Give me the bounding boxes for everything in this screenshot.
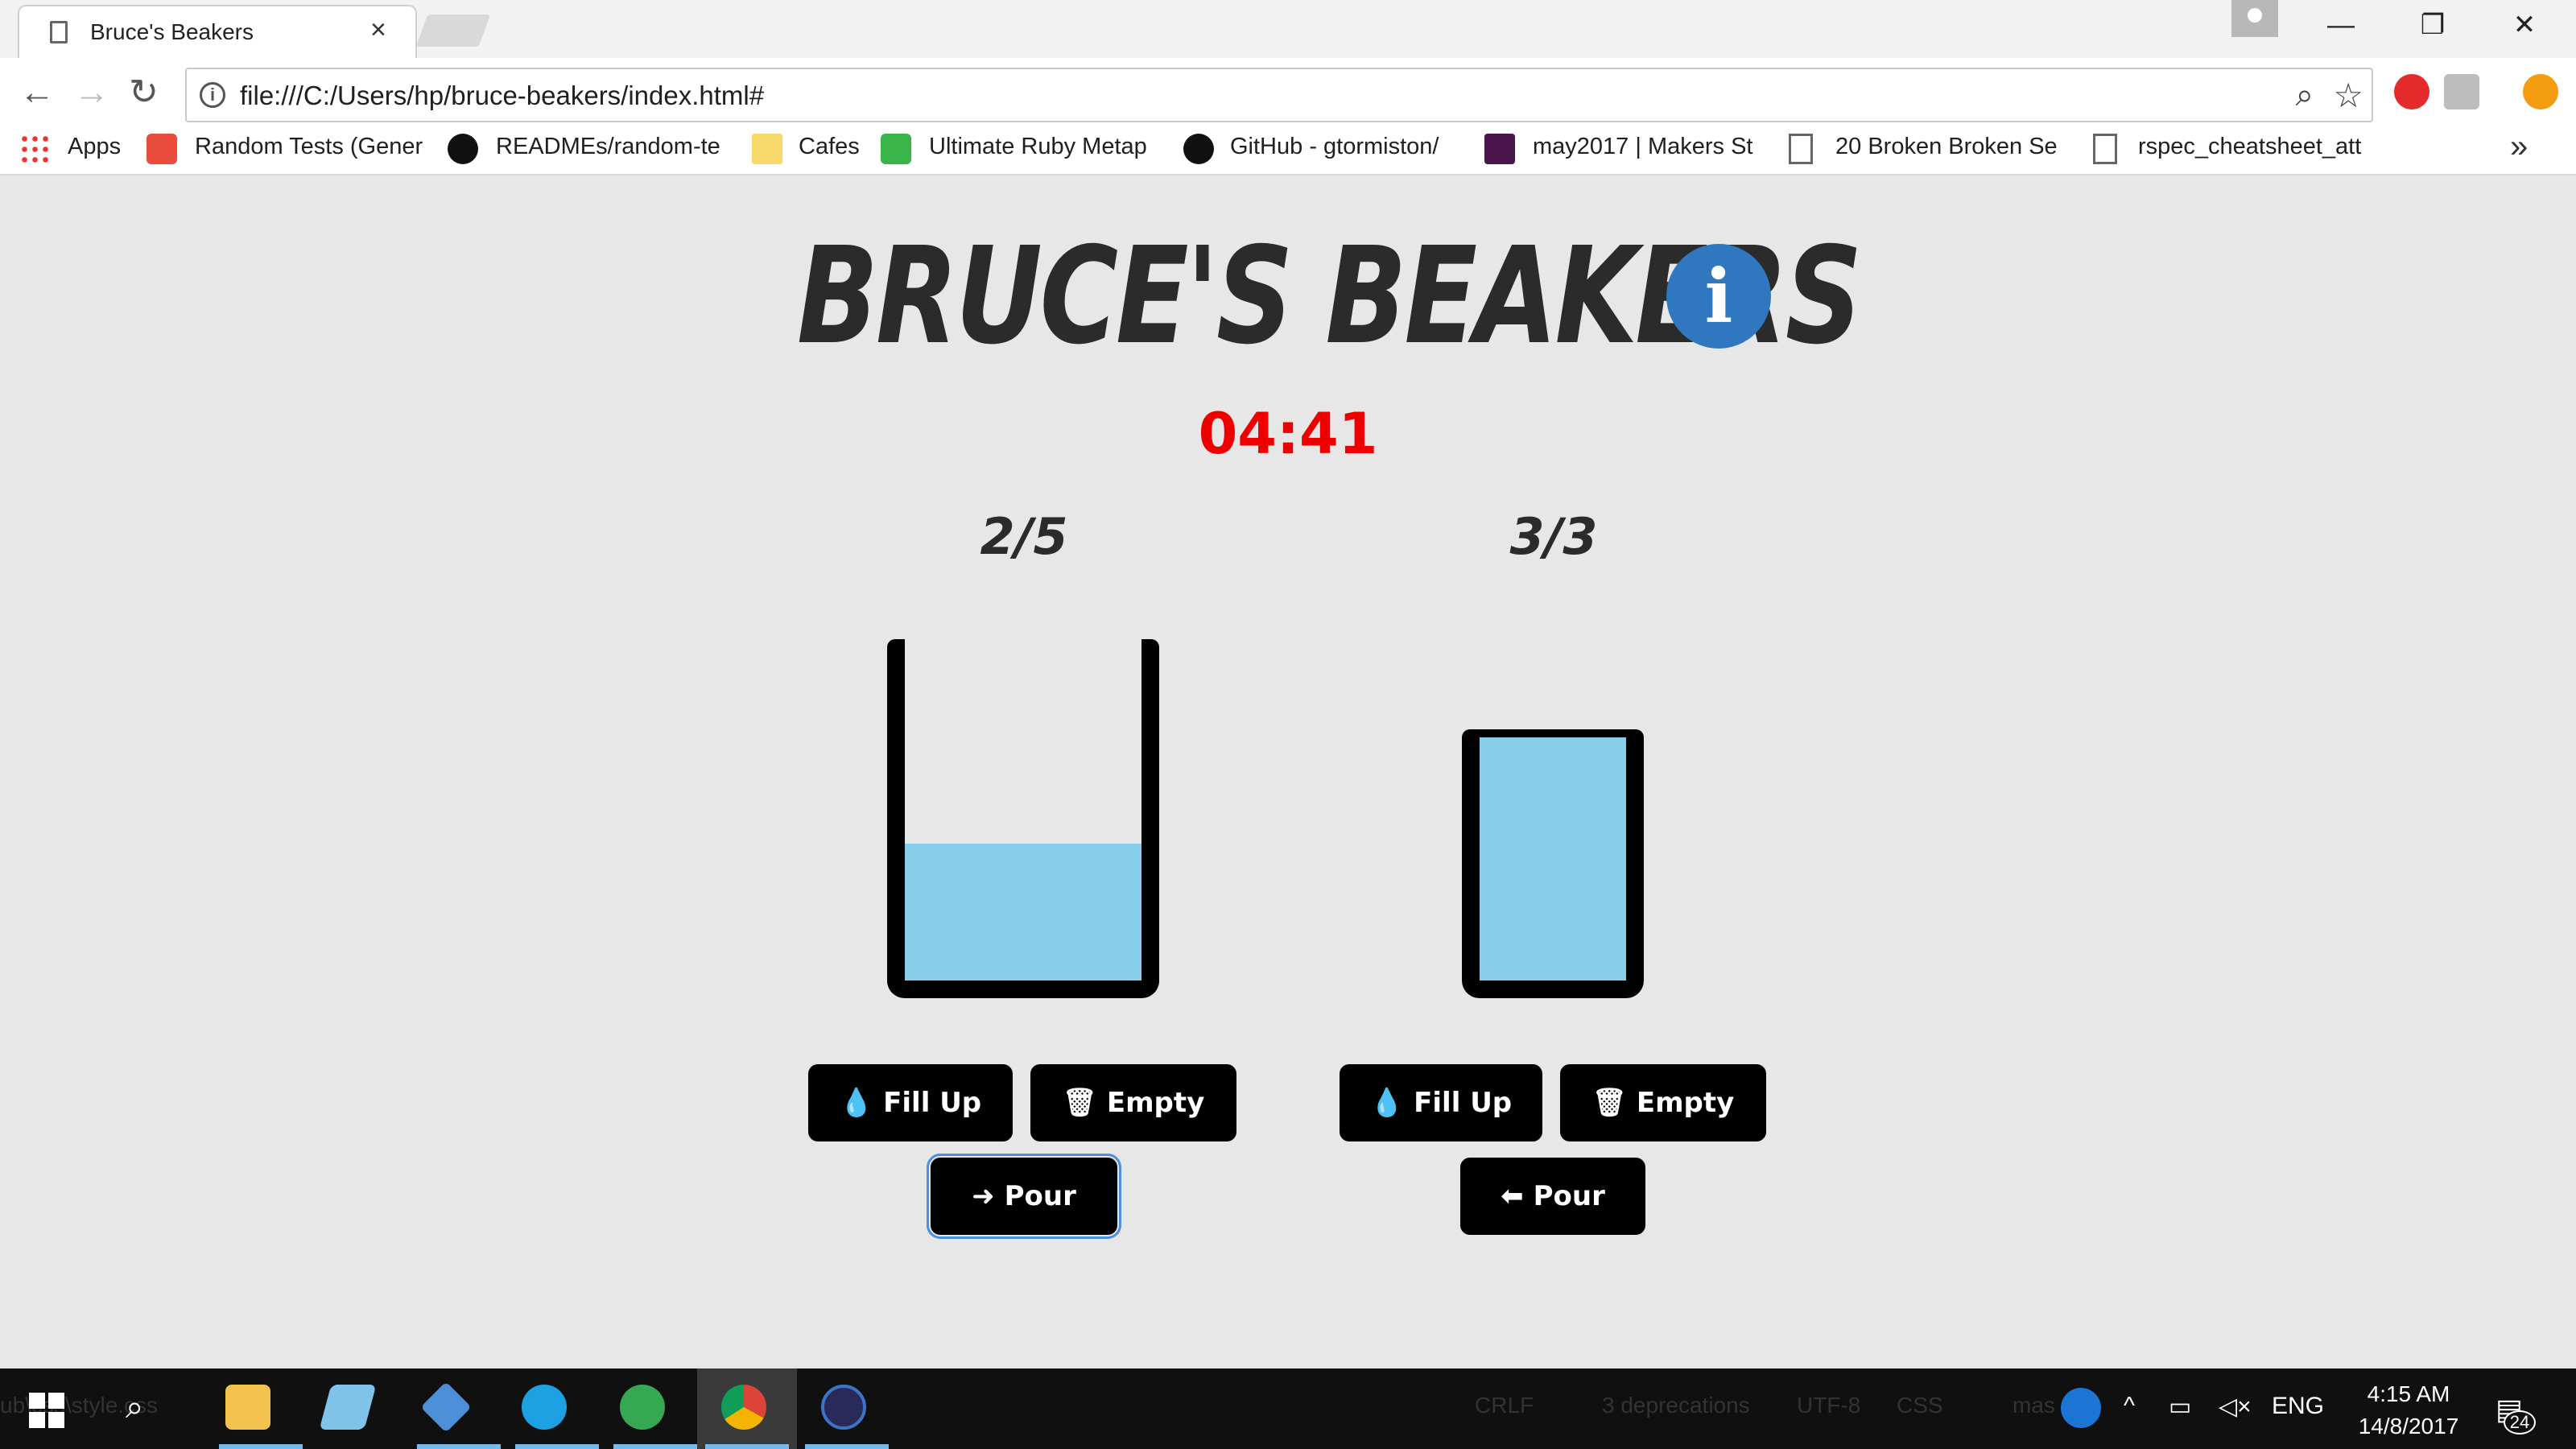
bookmark-item[interactable]: rspec_cheatsheet_att [2138, 134, 2361, 160]
running-indicator [805, 1444, 889, 1449]
background-status-text: 3 deprecations [1602, 1393, 1750, 1418]
running-indicator [705, 1444, 789, 1449]
beaker-2-liquid [1480, 737, 1626, 980]
beaker-1-empty-button[interactable]: 🗑 Empty [1030, 1064, 1236, 1141]
chevron-up-icon[interactable]: ^ [2124, 1393, 2135, 1420]
beaker-2-level: 3/3 [1509, 507, 1598, 566]
bookmark-item[interactable]: Random Tests (Gener [195, 134, 423, 160]
atom-editor-icon[interactable] [620, 1385, 665, 1430]
zoom-icon[interactable]: ⌕ [2296, 77, 2314, 114]
pour-label: Pour [1533, 1180, 1605, 1212]
forward-button[interactable]: → [74, 72, 109, 113]
fill-up-label: Fill Up [1414, 1087, 1513, 1119]
windows-taskbar: ub\css\style.css CRLF 3 deprecations UTF… [0, 1368, 2576, 1449]
bookmarks-bar: Apps Random Tests (Gener READMEs/random-… [0, 122, 2576, 175]
address-url[interactable]: file:///C:/Users/hp/bruce-beakers/index.… [240, 80, 764, 111]
background-status-text: UTF-8 [1797, 1393, 1861, 1418]
tab-strip: Bruce's Beakers × — ❐ ✕ [0, 0, 2576, 60]
beaker-1-pour-button[interactable]: ➜ Pour [927, 1154, 1121, 1239]
background-status-text: CSS [1897, 1393, 1943, 1418]
update-icon[interactable] [2523, 74, 2558, 109]
bookmark-item[interactable]: READMEs/random-te [496, 134, 720, 160]
app-icon[interactable] [821, 1385, 866, 1430]
running-indicator [417, 1444, 501, 1449]
bookmark-item[interactable]: 20 Broken Broken Se [1835, 134, 2058, 160]
running-indicator [613, 1444, 697, 1449]
beaker-1-liquid [905, 844, 1141, 980]
bookmark-item[interactable]: Apps [68, 134, 121, 160]
page-icon [2093, 134, 2117, 164]
background-status-text: CRLF [1475, 1393, 1534, 1418]
back-button[interactable]: ← [19, 72, 55, 113]
adblock-extension-icon[interactable] [2394, 74, 2429, 109]
windows-start-icon[interactable] [29, 1393, 64, 1428]
beaker-2-pour-button[interactable]: ⬅ Pour [1460, 1158, 1645, 1235]
page-icon [50, 21, 68, 43]
empty-label: Empty [1106, 1087, 1205, 1119]
arrow-left-icon: ⬅ [1501, 1180, 1524, 1212]
arrow-right-icon: ➜ [972, 1180, 995, 1212]
drop-icon: 💧 [839, 1087, 874, 1119]
countdown-timer: 04:41 [1198, 401, 1378, 467]
minimize-button[interactable]: — [2317, 6, 2365, 43]
apps-grid-icon[interactable] [19, 134, 50, 164]
bookmarks-more-button[interactable]: » [2510, 129, 2528, 165]
info-button[interactable]: i [1666, 244, 1771, 349]
beaker-2-empty-button[interactable]: 🗑 Empty [1560, 1064, 1766, 1141]
beaker-2 [1462, 729, 1644, 998]
clock[interactable]: 4:15 AM 14/8/2017 [2336, 1378, 2481, 1443]
new-tab-button[interactable] [415, 14, 491, 47]
bookmark-star-icon[interactable]: ☆ [2333, 76, 2363, 115]
info-icon[interactable]: i [200, 82, 225, 108]
pour-label: Pour [1004, 1180, 1076, 1212]
game-page: BRUCE'S BEAKERS i 04:41 2/5 3/3 💧 Fill U… [0, 177, 2576, 1368]
slack-icon [1484, 134, 1515, 164]
tab-title: Bruce's Beakers [90, 19, 254, 44]
clock-time: 4:15 AM [2367, 1381, 2450, 1406]
reload-button[interactable]: ↻ [129, 72, 159, 113]
restore-button[interactable]: ❐ [2409, 6, 2457, 43]
clock-date: 14/8/2017 [2358, 1414, 2459, 1439]
profile-icon[interactable] [2231, 0, 2278, 37]
git-app-icon[interactable] [420, 1381, 472, 1433]
bookmark-item[interactable]: may2017 | Makers St [1533, 134, 1752, 160]
page-icon [1789, 134, 1813, 164]
empty-label: Empty [1636, 1087, 1735, 1119]
volume-muted-icon[interactable]: ◁× [2219, 1393, 2252, 1421]
trash-icon: 🗑 [1062, 1087, 1097, 1119]
notes-app-icon[interactable] [319, 1385, 377, 1430]
tab-close-button[interactable]: × [370, 14, 386, 46]
beaker-1-fill-up-button[interactable]: 💧 Fill Up [808, 1064, 1013, 1141]
language-indicator[interactable]: ENG [2272, 1393, 2324, 1420]
chrome-icon[interactable] [721, 1385, 766, 1430]
beaker-2-fill-up-button[interactable]: 💧 Fill Up [1340, 1064, 1542, 1141]
drop-icon: 💧 [1369, 1087, 1405, 1119]
running-indicator [515, 1444, 599, 1449]
extension-icon[interactable] [2444, 74, 2479, 109]
running-indicator [219, 1444, 303, 1449]
random-icon [147, 134, 177, 164]
notification-count: 24 [2504, 1410, 2536, 1435]
close-window-button[interactable]: ✕ [2500, 6, 2549, 43]
udemy-icon [881, 134, 911, 164]
help-icon[interactable] [2061, 1388, 2101, 1428]
bookmark-item[interactable]: Ultimate Ruby Metap [929, 134, 1147, 160]
github-icon [448, 134, 478, 164]
github-icon [1183, 134, 1214, 164]
beaker-1-level: 2/5 [980, 507, 1068, 566]
fill-up-label: Fill Up [883, 1087, 982, 1119]
beaker-1 [887, 639, 1159, 998]
skype-icon[interactable] [522, 1385, 567, 1430]
search-icon[interactable]: ⌕ [126, 1389, 143, 1426]
folder-icon [752, 134, 782, 164]
address-bar[interactable]: i file:///C:/Users/hp/bruce-beakers/inde… [185, 68, 2373, 122]
bookmark-item[interactable]: Cafes [799, 134, 860, 160]
battery-icon[interactable]: ▭ [2169, 1393, 2191, 1421]
trash-icon: 🗑 [1591, 1087, 1627, 1119]
file-explorer-icon[interactable] [225, 1385, 270, 1430]
browser-tab[interactable]: Bruce's Beakers × [18, 5, 417, 60]
background-status-text: mas [2013, 1393, 2055, 1418]
bookmark-item[interactable]: GitHub - gtormiston/ [1230, 134, 1439, 160]
